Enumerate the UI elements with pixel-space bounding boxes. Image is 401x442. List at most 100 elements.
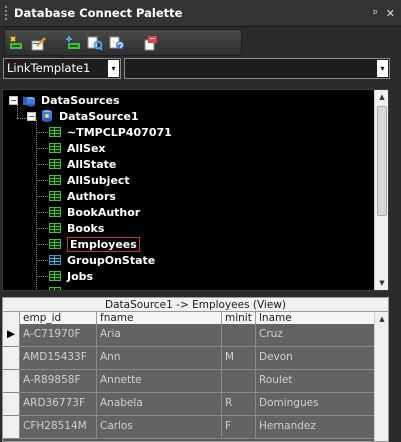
tree-label-datasources: DataSources — [41, 93, 120, 107]
table-cell[interactable]: M — [222, 347, 256, 369]
scroll-up-icon[interactable]: ▲ — [375, 90, 388, 104]
table-cell[interactable]: A-C71970F — [20, 324, 97, 346]
column-header[interactable]: minit — [222, 312, 256, 324]
chevron-down-icon[interactable]: ▾ — [108, 60, 119, 77]
table-cell[interactable]: Anabela — [97, 393, 222, 415]
tree-item[interactable]: BookAuthor — [49, 204, 140, 220]
tree-scrollbar[interactable]: ▲ ▼ — [374, 90, 388, 290]
tree-item-label: AllSubject — [67, 173, 130, 187]
tree-item-label: BookAuthor — [67, 205, 141, 219]
selector-row: LinkTemplate1 ▾ ▾ — [0, 58, 401, 80]
panel-title: Database Connect Palette — [14, 6, 183, 20]
row-header[interactable] — [3, 370, 20, 392]
table-cell[interactable]: Ann — [97, 347, 222, 369]
tree-item-label: Authors — [67, 189, 116, 203]
table-icon — [49, 271, 61, 281]
data-grid[interactable]: DataSource1 -> Employees (View) emp_id f… — [2, 297, 389, 442]
column-header[interactable]: lname — [256, 312, 376, 324]
table-cell[interactable]: ARD36773F — [20, 393, 97, 415]
panel-titlebar: Database Connect Palette ᵖ ✕ — [0, 0, 401, 27]
collapse-icon[interactable]: − — [9, 95, 18, 105]
column-header[interactable]: emp_id — [20, 312, 97, 324]
tree-item[interactable]: AllState — [49, 156, 116, 172]
row-header[interactable] — [3, 347, 20, 369]
template-combo[interactable]: LinkTemplate1 ▾ — [3, 58, 121, 79]
tree-item-partial[interactable] — [49, 284, 67, 290]
drag-grip-icon[interactable] — [4, 5, 8, 21]
refresh-icon[interactable] — [109, 35, 125, 51]
grid-scrollbar[interactable]: ▲ — [374, 312, 388, 441]
view-icon — [49, 255, 61, 265]
close-icon[interactable]: ✕ — [386, 7, 395, 20]
table-cell[interactable]: Aria — [97, 324, 222, 346]
table-cell[interactable]: F — [222, 416, 256, 438]
edit-connection-icon[interactable] — [31, 35, 47, 51]
tree-item-label: GroupOnState — [67, 253, 156, 267]
scroll-down-icon[interactable]: ▼ — [375, 276, 388, 290]
column-header[interactable]: fname — [97, 312, 222, 324]
table-cell[interactable]: Hernandez — [256, 416, 376, 438]
add-datasource-icon[interactable] — [65, 35, 81, 51]
table-icon — [49, 223, 61, 233]
database-icon — [40, 109, 54, 123]
grid-caption: DataSource1 -> Employees (View) — [3, 298, 388, 312]
table-cell[interactable]: Domingues — [256, 393, 376, 415]
table-icon — [49, 127, 61, 137]
tree-item[interactable]: ~TMPCLP407071 — [49, 124, 172, 140]
tree-label-datasource1: DataSource1 — [59, 109, 139, 123]
table-cell[interactable]: Devon — [256, 347, 376, 369]
table-cell[interactable] — [222, 324, 256, 346]
toolbar — [0, 28, 401, 58]
tree-item-label: AllSex — [67, 141, 106, 155]
tree-item-label: Employees — [67, 236, 140, 252]
grid-header-row: emp_id fname minit lname — [3, 312, 376, 324]
table-cell[interactable]: Annette — [97, 370, 222, 392]
object-combo[interactable]: ▾ — [124, 58, 390, 79]
table-cell[interactable]: A-R89858F — [20, 370, 97, 392]
table-cell[interactable]: R — [222, 393, 256, 415]
table-icon — [49, 143, 61, 153]
datasource-tree[interactable]: − DataSources − DataSource1 ~TMPCLP40707… — [2, 89, 389, 291]
tree-item[interactable]: Authors — [49, 188, 116, 204]
row-header[interactable] — [3, 416, 20, 438]
table-icon — [49, 175, 61, 185]
tree-item-label: Books — [67, 221, 105, 235]
row-header-corner — [3, 312, 20, 324]
tree-node-datasource1[interactable]: − DataSource1 — [27, 108, 139, 124]
table-row[interactable]: ▶ A-C71970F Aria Cruz — [3, 324, 376, 347]
table-row[interactable]: A-R89858F Annette Roulet — [3, 370, 376, 393]
pin-icon[interactable]: ᵖ — [373, 7, 378, 20]
tree-item-label: Jobs — [67, 269, 94, 283]
table-cell[interactable]: AMD15433F — [20, 347, 97, 369]
row-header[interactable] — [3, 393, 20, 415]
table-cell[interactable] — [222, 370, 256, 392]
tree-item-label: ~TMPCLP407071 — [67, 125, 172, 139]
tree-item[interactable]: GroupOnState — [49, 252, 155, 268]
tree-item[interactable]: Books — [49, 220, 104, 236]
tree-item[interactable]: AllSubject — [49, 172, 130, 188]
tree-item[interactable]: AllSex — [49, 140, 106, 156]
tree-item-selected[interactable]: Employees — [49, 236, 140, 252]
template-combo-value: LinkTemplate1 — [7, 61, 91, 75]
chevron-down-icon[interactable]: ▾ — [377, 60, 388, 77]
tree-item[interactable]: Jobs — [49, 268, 93, 284]
scroll-thumb[interactable] — [377, 106, 387, 216]
table-icon — [49, 207, 61, 217]
table-row[interactable]: ARD36773F Anabela R Domingues — [3, 393, 376, 416]
table-row[interactable]: CFH28514M Carlos F Hernandez — [3, 416, 376, 439]
collapse-icon[interactable]: − — [27, 111, 36, 121]
new-connection-icon[interactable] — [9, 35, 25, 51]
table-icon — [49, 191, 61, 201]
scroll-up-icon[interactable]: ▲ — [375, 312, 388, 326]
table-cell[interactable]: CFH28514M — [20, 416, 97, 438]
table-icon — [49, 239, 61, 249]
current-row-marker-icon: ▶ — [3, 324, 20, 346]
export-icon[interactable] — [143, 35, 159, 51]
datasources-icon — [22, 93, 36, 107]
tree-node-datasources[interactable]: − DataSources — [9, 92, 120, 108]
table-cell[interactable]: Cruz — [256, 324, 376, 346]
query-icon[interactable] — [87, 35, 103, 51]
table-cell[interactable]: Roulet — [256, 370, 376, 392]
table-row[interactable]: AMD15433F Ann M Devon — [3, 347, 376, 370]
table-cell[interactable]: Carlos — [97, 416, 222, 438]
